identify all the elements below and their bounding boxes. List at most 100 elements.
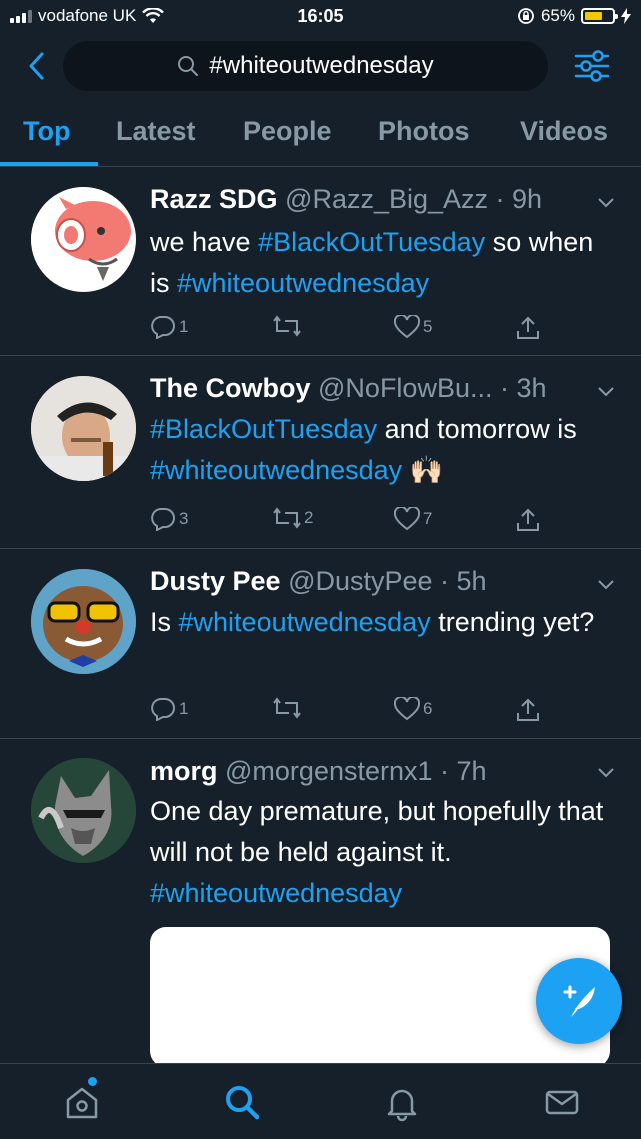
retweet-button[interactable] bbox=[273, 697, 304, 719]
notifications-icon[interactable] bbox=[382, 1082, 422, 1122]
cowboy-avatar-image bbox=[31, 376, 136, 481]
battery-icon bbox=[581, 8, 618, 24]
reply-button[interactable]: 1 bbox=[150, 315, 188, 339]
chevron-down-icon[interactable] bbox=[597, 386, 615, 398]
tweet-text-segment: One day premature, but hopefully that wi… bbox=[150, 796, 604, 867]
like-button[interactable]: 7 bbox=[394, 507, 432, 531]
tweet[interactable]: Razz SDG @Razz_Big_Azz · 9h we have #Bla… bbox=[0, 167, 641, 356]
puppet-avatar-image bbox=[31, 569, 136, 674]
tab-videos[interactable]: Videos bbox=[520, 116, 608, 147]
active-tab-indicator bbox=[0, 162, 98, 166]
share-icon bbox=[517, 508, 539, 531]
tweet[interactable]: The Cowboy @NoFlowBu... · 3h #BlackOutTu… bbox=[0, 356, 641, 549]
retweet-icon bbox=[273, 697, 301, 719]
tweet-text: One day premature, but hopefully that wi… bbox=[150, 791, 620, 914]
avatar[interactable] bbox=[31, 376, 136, 481]
tweet-header: Dusty Pee @DustyPee · 5h bbox=[150, 566, 601, 597]
display-name[interactable]: Dusty Pee bbox=[150, 566, 281, 596]
explore-icon[interactable] bbox=[222, 1082, 262, 1122]
retweet-icon bbox=[273, 507, 301, 529]
share-button[interactable] bbox=[515, 315, 541, 341]
reply-count: 1 bbox=[179, 699, 189, 718]
tab-photos[interactable]: Photos bbox=[378, 116, 470, 147]
handle-time: @Razz_Big_Azz · 9h bbox=[285, 184, 543, 214]
tweet[interactable]: Dusty Pee @DustyPee · 5h Is #whiteoutwed… bbox=[0, 549, 641, 739]
avatar[interactable] bbox=[31, 758, 136, 863]
share-button[interactable] bbox=[515, 507, 541, 533]
retweet-icon bbox=[273, 315, 301, 337]
tweet-text-segment: and tomorrow is bbox=[377, 414, 577, 444]
share-icon bbox=[517, 698, 539, 721]
retweet-button[interactable]: 2 bbox=[273, 507, 313, 529]
tweet-actions: 1 6 bbox=[150, 697, 550, 725]
reply-icon bbox=[151, 316, 175, 339]
chevron-down-icon[interactable] bbox=[597, 579, 615, 591]
tab-top[interactable]: Top bbox=[23, 116, 70, 147]
search-tabs: Top Latest People Photos Videos bbox=[0, 100, 641, 167]
hashtag-link[interactable]: #whiteoutwednesday bbox=[150, 455, 402, 485]
display-name[interactable]: The Cowboy bbox=[150, 373, 311, 403]
like-count: 7 bbox=[423, 509, 433, 528]
tab-latest[interactable]: Latest bbox=[116, 116, 196, 147]
like-count: 6 bbox=[423, 699, 433, 718]
like-button[interactable]: 5 bbox=[394, 315, 432, 339]
like-icon bbox=[394, 507, 420, 531]
reply-button[interactable]: 1 bbox=[150, 697, 188, 721]
reply-icon bbox=[151, 508, 175, 531]
tweet-header: morg @morgensternx1 · 7h bbox=[150, 756, 601, 787]
tweet-text-segment: Is bbox=[150, 607, 179, 637]
avatar[interactable] bbox=[31, 187, 136, 292]
reply-count: 3 bbox=[179, 509, 189, 528]
reply-count: 1 bbox=[179, 317, 189, 336]
tab-people[interactable]: People bbox=[243, 116, 332, 147]
filter-icon[interactable] bbox=[572, 46, 612, 86]
battery-percent: 65% bbox=[540, 6, 575, 25]
compose-button[interactable] bbox=[536, 958, 622, 1044]
compose-icon bbox=[563, 985, 595, 1017]
search-query: #whiteoutwednesday bbox=[209, 52, 434, 79]
search-icon bbox=[178, 56, 199, 76]
share-icon bbox=[517, 316, 539, 339]
armored-avatar-image bbox=[31, 758, 136, 863]
tweet-header: Razz SDG @Razz_Big_Azz · 9h bbox=[150, 184, 601, 215]
hashtag-link[interactable]: #whiteoutwednesday bbox=[177, 268, 429, 298]
hashtag-link[interactable]: #BlackOutTuesday bbox=[258, 227, 485, 257]
reply-button[interactable]: 3 bbox=[150, 507, 188, 531]
handle-time: @morgensternx1 · 7h bbox=[225, 756, 487, 786]
home-icon[interactable] bbox=[62, 1082, 102, 1122]
search-results-screen: vodafone UK 16:05 65% #whiteoutwednesday… bbox=[0, 0, 641, 1139]
charging-icon bbox=[621, 8, 631, 24]
tweet-text: #BlackOutTuesday and tomorrow is #whiteo… bbox=[150, 409, 620, 491]
like-button[interactable]: 6 bbox=[394, 697, 432, 721]
like-icon bbox=[394, 315, 420, 339]
reply-icon bbox=[151, 698, 175, 721]
tweet-text: Is #whiteoutwednesday trending yet? bbox=[150, 602, 620, 643]
share-button[interactable] bbox=[515, 697, 541, 723]
chevron-down-icon[interactable] bbox=[597, 197, 615, 209]
tweet-actions: 1 5 bbox=[150, 315, 550, 343]
search-input[interactable]: #whiteoutwednesday bbox=[63, 41, 548, 91]
hashtag-link[interactable]: #BlackOutTuesday bbox=[150, 414, 377, 444]
back-icon[interactable] bbox=[22, 48, 54, 84]
tweet-text: we have #BlackOutTuesday so when is #whi… bbox=[150, 222, 620, 304]
chevron-down-icon[interactable] bbox=[597, 767, 615, 779]
avatar[interactable] bbox=[31, 569, 136, 674]
tweet-text-segment: trending yet? bbox=[430, 607, 595, 637]
hashtag-link[interactable]: #whiteoutwednesday bbox=[179, 607, 431, 637]
retweet-button[interactable] bbox=[273, 315, 304, 337]
like-icon bbox=[394, 697, 420, 721]
hashtag-link[interactable]: #whiteoutwednesday bbox=[150, 878, 402, 908]
display-name[interactable]: Razz SDG bbox=[150, 184, 278, 214]
tweet-text-segment: we have bbox=[150, 227, 259, 257]
lock-rotation-icon bbox=[518, 8, 534, 24]
tweet-actions: 3 2 7 bbox=[150, 507, 550, 535]
pig-avatar-image bbox=[31, 187, 135, 291]
retweet-count: 2 bbox=[304, 508, 314, 527]
bottom-nav bbox=[0, 1063, 641, 1139]
status-bar: vodafone UK 16:05 65% bbox=[0, 0, 641, 34]
messages-icon[interactable] bbox=[542, 1082, 582, 1122]
display-name[interactable]: morg bbox=[150, 756, 218, 786]
tweet-header: The Cowboy @NoFlowBu... · 3h bbox=[150, 373, 601, 404]
home-unread-dot bbox=[88, 1077, 97, 1086]
search-header: #whiteoutwednesday bbox=[0, 40, 641, 92]
